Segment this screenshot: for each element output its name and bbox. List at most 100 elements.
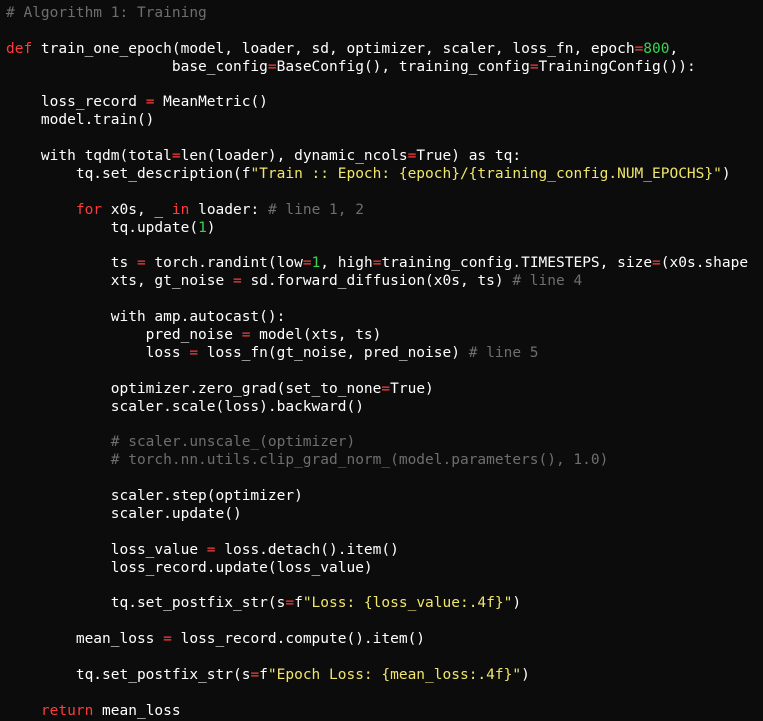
code-token: "Loss: {loss_value:.4f}" [302, 595, 513, 612]
code-line: ​ [6, 291, 748, 309]
code-line: optimizer.zero_grad(set_to_none=True) [6, 381, 748, 399]
code-line: mean_loss = loss_record.compute().item() [6, 631, 748, 649]
code-token: tq.set_postfix_str(s [6, 595, 286, 612]
code-line: scaler.scale(loss).backward() [6, 399, 748, 417]
code-token: = [250, 666, 260, 683]
code-line: ​ [6, 363, 748, 381]
code-token: = [189, 344, 199, 361]
code-token: MeanMetric() [154, 94, 268, 111]
code-token: mean_loss [6, 631, 164, 648]
code-line: scaler.update() [6, 506, 748, 524]
code-token: # line 5 [468, 344, 539, 361]
code-line: ​ [6, 649, 748, 667]
code-token: f [259, 666, 268, 683]
code-line: ​ [6, 470, 748, 488]
code-token: 1 [311, 255, 321, 272]
code-token: # torch.nn.utils.clip_grad_norm_(model.p… [6, 452, 609, 469]
code-line: base_config=BaseConfig(), training_confi… [6, 59, 748, 77]
code-token: # line 1, 2 [267, 201, 364, 218]
code-token: = [302, 255, 312, 272]
code-line: ​ [6, 685, 748, 703]
code-line: ​ [6, 238, 748, 256]
code-line: with amp.autocast(): [6, 309, 748, 327]
code-token: return [40, 702, 94, 719]
code-token: ) [206, 219, 216, 236]
code-token: = [529, 58, 539, 75]
code-token: TrainingConfig()): [538, 58, 696, 75]
code-token: loss_record [6, 94, 146, 111]
code-token: mean_loss [93, 702, 181, 719]
code-token: True) as tq: [416, 148, 522, 165]
code-line: ​ [6, 184, 748, 202]
code-token: 800 [643, 40, 670, 57]
code-token: tq.set_postfix_str(s [6, 666, 251, 683]
code-token: loader: [189, 201, 268, 218]
code-line: tq.set_postfix_str(s=f"Loss: {loss_value… [6, 595, 748, 613]
code-editor[interactable]: # Algorithm 1: Training​def train_one_ep… [0, 0, 763, 721]
code-token: # scaler.unscale_(optimizer) [6, 434, 356, 451]
code-token: pred_noise [6, 327, 242, 344]
code-line: scaler.step(optimizer) [6, 488, 748, 506]
code-line: ts = torch.randint(low=1, high=training_… [6, 255, 748, 273]
code-token: loss.detach().item() [215, 541, 399, 558]
code-token: , [669, 40, 679, 57]
code-token: in [171, 201, 190, 218]
code-line: tq.set_description(f"Train :: Epoch: {ep… [6, 166, 748, 184]
code-line: # scaler.unscale_(optimizer) [6, 434, 748, 452]
code-line: return mean_loss [6, 703, 748, 721]
code-token: loss_record.compute().item() [171, 631, 426, 648]
code-line: ​ [6, 130, 748, 148]
code-token: ) [512, 595, 522, 612]
code-token: f [294, 595, 303, 612]
code-line: with tqdm(total=len(loader), dynamic_nco… [6, 148, 748, 166]
code-token: # Algorithm 1: Training [6, 5, 207, 21]
code-token: ) [521, 666, 530, 683]
code-line: ​ [6, 77, 748, 95]
code-token: with amp.autocast(): [6, 309, 286, 326]
code-token: loss_value [6, 541, 207, 558]
code-token: train_one_epoch(model, loader, sd, optim… [32, 40, 635, 57]
code-line: ​ [6, 613, 748, 631]
code-line: loss_record = MeanMetric() [6, 94, 748, 112]
code-line: ​ [6, 578, 748, 596]
code-line: ​ [6, 416, 748, 434]
code-token: tq.update( [6, 219, 199, 236]
code-token: loss_fn(gt_noise, pred_noise) [198, 344, 469, 361]
code-token: xts, gt_noise [6, 273, 233, 290]
code-token: ts [6, 255, 137, 272]
code-token: optimizer.zero_grad(set_to_none [6, 380, 382, 397]
code-line: ​ [6, 23, 748, 41]
code-token: scaler.scale(loss).backward() [6, 398, 364, 415]
code-token: model.train() [6, 112, 155, 129]
code-line: loss_value = loss.detach().item() [6, 542, 748, 560]
code-token: torch.randint(low [145, 255, 303, 272]
code-token: BaseConfig(), training_config [276, 58, 530, 75]
code-token: base_config [6, 58, 268, 75]
code-line: tq.set_postfix_str(s=f"Epoch Loss: {mean… [6, 667, 748, 685]
code-token: tq.set_description(f [6, 166, 251, 183]
code-token: x0s, _ [102, 201, 172, 218]
code-token: = [285, 595, 295, 612]
code-line: loss = loss_fn(gt_noise, pred_noise) # l… [6, 345, 748, 363]
code-token: (x0s.shape [660, 255, 749, 272]
code-token: = [206, 541, 216, 558]
code-token: model(xts, ts) [250, 327, 382, 344]
code-token: "Train :: Epoch: {epoch}/{training_confi… [250, 166, 722, 183]
code-line: def train_one_epoch(model, loader, sd, o… [6, 41, 748, 59]
code-line: pred_noise = model(xts, ts) [6, 327, 748, 345]
code-line: xts, gt_noise = sd.forward_diffusion(x0s… [6, 273, 748, 291]
code-token: for [75, 201, 103, 218]
code-token: = [267, 58, 277, 75]
code-token: training_config.TIMESTEPS, size [381, 255, 653, 272]
code-token: loss [6, 344, 190, 361]
code-line: # torch.nn.utils.clip_grad_norm_(model.p… [6, 452, 748, 470]
code-token: scaler.update() [6, 505, 242, 522]
code-line: # Algorithm 1: Training [6, 5, 748, 23]
code-block[interactable]: # Algorithm 1: Training​def train_one_ep… [6, 5, 748, 721]
code-line: loss_record.update(loss_value) [6, 560, 748, 578]
code-token: with tqdm(total [6, 148, 172, 165]
code-token: = [232, 273, 242, 290]
code-token: scaler.step(optimizer) [6, 488, 303, 505]
code-token: sd.forward_diffusion(x0s, ts) [241, 273, 513, 290]
code-line: model.train() [6, 112, 748, 130]
